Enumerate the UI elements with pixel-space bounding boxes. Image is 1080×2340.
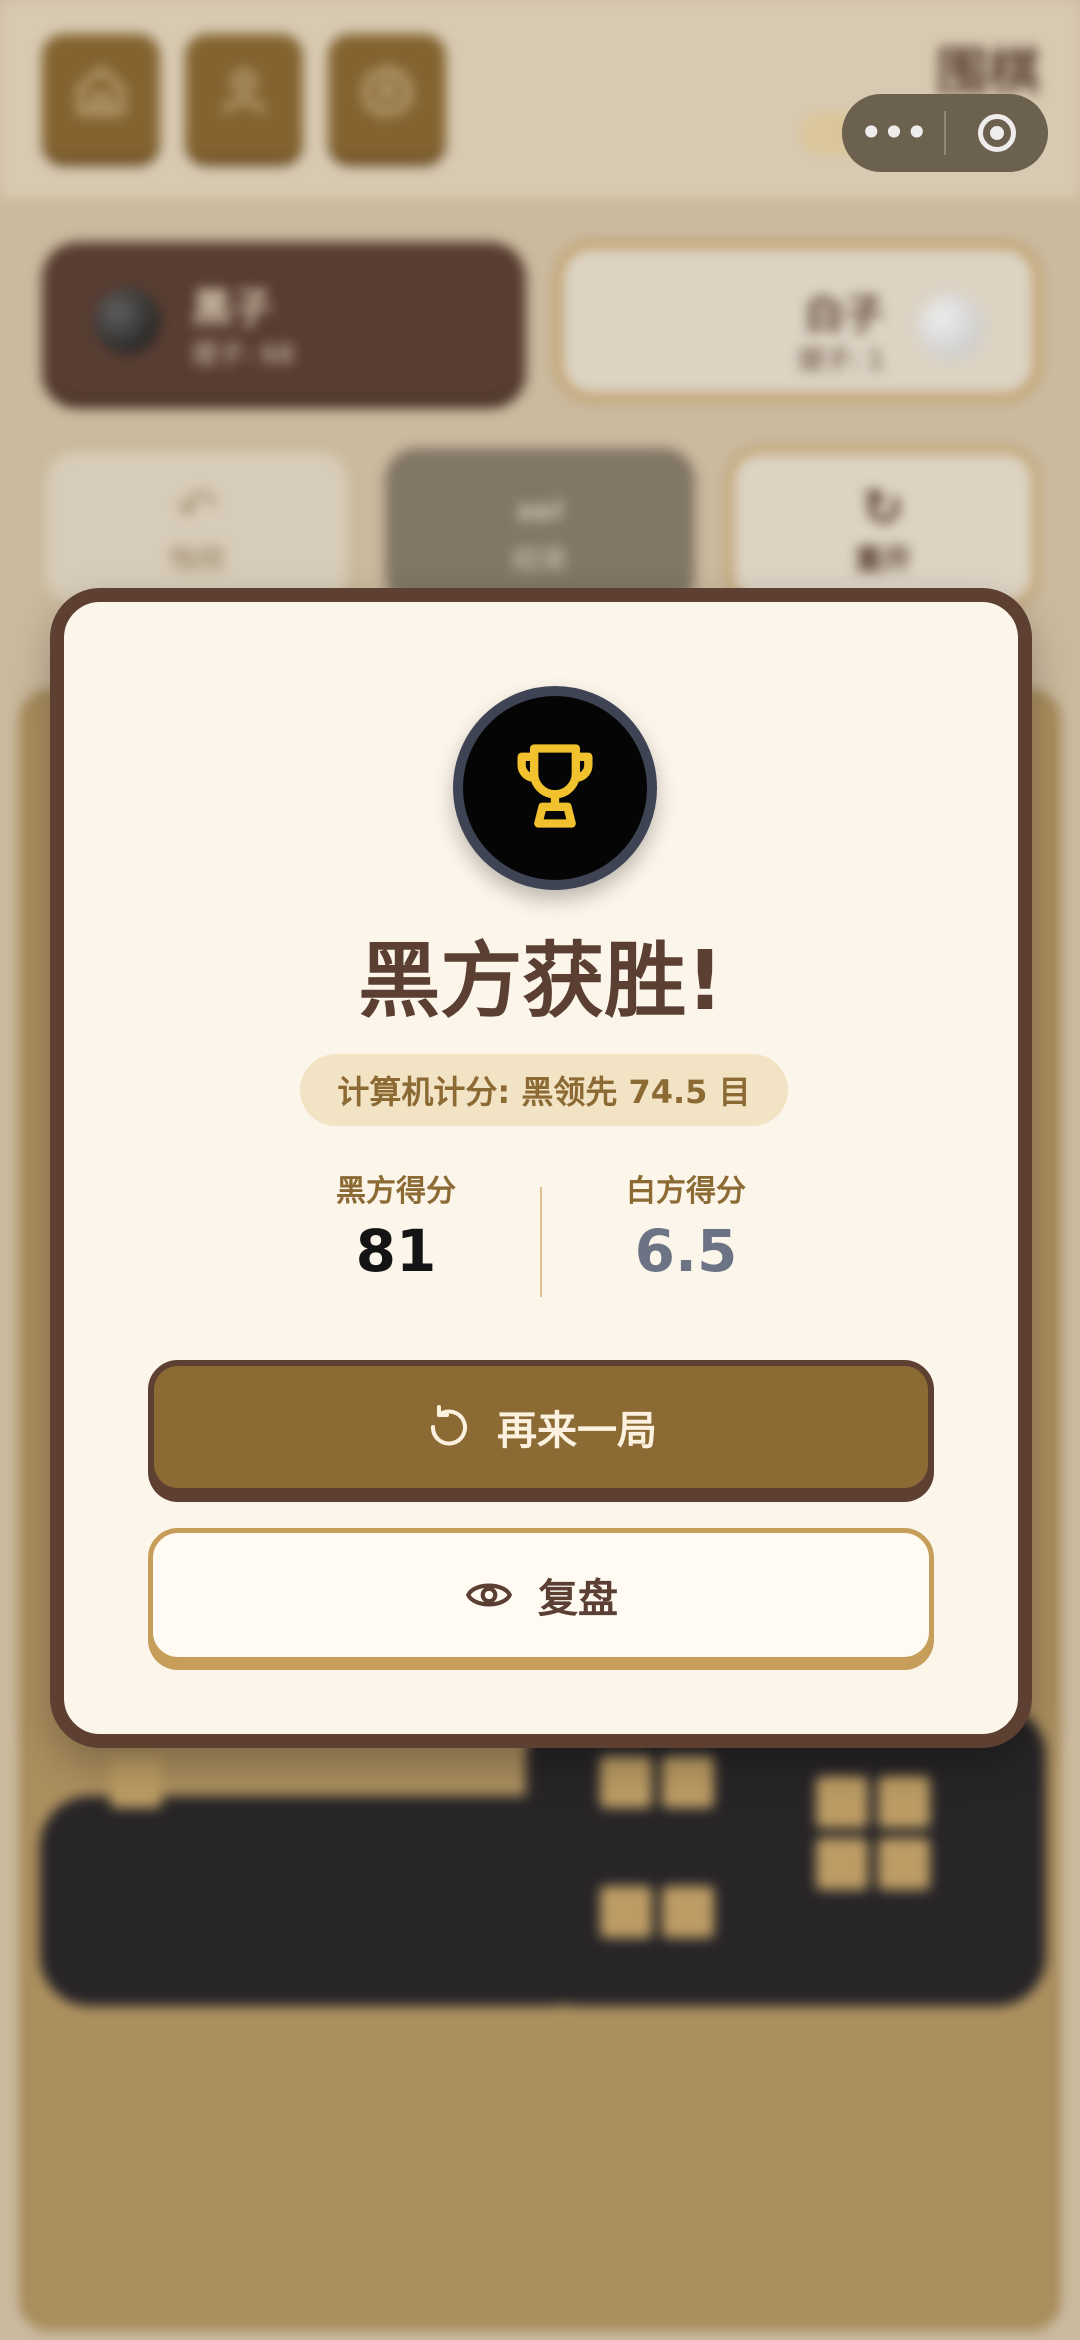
play-again-button[interactable]: 再来一局: [148, 1360, 934, 1494]
black-score-label: 黑方得分: [336, 1174, 456, 1209]
black-score-value: 81: [355, 1217, 437, 1285]
white-score-label: 白方得分: [626, 1174, 746, 1209]
review-button[interactable]: 复盘: [148, 1528, 934, 1662]
trophy-badge: [453, 686, 657, 890]
computer-score-pill: 计算机计分: 黑领先 74.5 目: [300, 1054, 788, 1126]
eye-icon: [464, 1570, 514, 1620]
white-score-value: 6.5: [634, 1217, 738, 1285]
black-score-block: 黑方得分 81: [246, 1172, 546, 1286]
review-label: 复盘: [538, 1576, 618, 1622]
trophy-icon: [505, 736, 605, 840]
result-dialog: 黑方获胜! 计算机计分: 黑领先 74.5 目 黑方得分 81 白方得分 6.5…: [50, 588, 1032, 1748]
modal-overlay: 黑方获胜! 计算机计分: 黑领先 74.5 目 黑方得分 81 白方得分 6.5…: [0, 0, 1080, 2340]
screen: 围棋 ·· 黑子 提子: 68 白子 提子: 1 ↶ 悔棋 ⏭ 结束 ↻ 重开: [0, 0, 1080, 2340]
play-again-label: 再来一局: [497, 1408, 657, 1454]
refresh-icon: [425, 1403, 473, 1451]
white-score-block: 白方得分 6.5: [536, 1172, 836, 1286]
result-title: 黑方获胜!: [358, 934, 724, 1029]
